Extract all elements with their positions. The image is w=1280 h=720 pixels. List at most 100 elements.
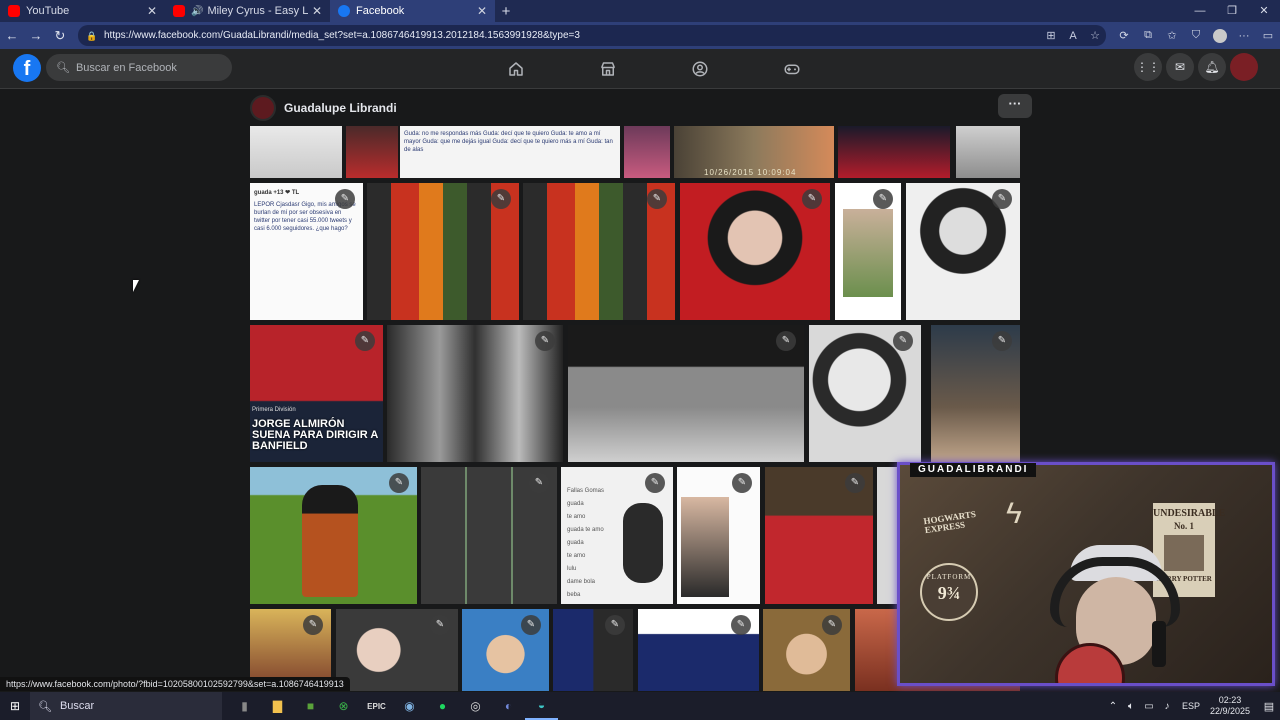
back-icon[interactable]: ← bbox=[0, 28, 24, 43]
refresh-icon[interactable]: ↻ bbox=[48, 28, 72, 44]
spotify-icon[interactable]: ● bbox=[426, 692, 459, 720]
photo-tile[interactable] bbox=[956, 126, 1020, 178]
photo-tile[interactable]: ✎ bbox=[336, 609, 458, 691]
address-bar[interactable]: 🔒 https://www.facebook.com/GuadaLibrandi… bbox=[78, 25, 1106, 46]
photo-tile[interactable]: Fallas Gomas guada te amo guada te amo g… bbox=[561, 467, 673, 604]
audio-playing-icon[interactable]: 🔊 bbox=[191, 6, 203, 17]
edit-photo-icon[interactable]: ✎ bbox=[893, 331, 913, 351]
profile-avatar[interactable] bbox=[250, 95, 276, 121]
photo-tile[interactable] bbox=[346, 126, 398, 178]
edit-photo-icon[interactable]: ✎ bbox=[731, 615, 751, 635]
photo-tile[interactable]: ✎ bbox=[638, 609, 759, 691]
edit-photo-icon[interactable]: ✎ bbox=[645, 473, 665, 493]
photo-tile[interactable]: ✎ bbox=[387, 325, 563, 462]
site-info-icon[interactable]: 🔒 bbox=[86, 31, 97, 41]
edit-photo-icon[interactable]: ✎ bbox=[389, 473, 409, 493]
sidebar-toggle-icon[interactable]: ▭ bbox=[1256, 29, 1280, 42]
nav-marketplace[interactable] bbox=[562, 49, 654, 89]
nav-groups[interactable] bbox=[654, 49, 746, 89]
photo-tile[interactable]: ✎ bbox=[835, 183, 901, 320]
facebook-search[interactable]: 🔍︎ bbox=[46, 54, 232, 81]
photo-tile[interactable] bbox=[250, 126, 342, 178]
messenger-icon[interactable]: ✉ bbox=[1166, 53, 1194, 81]
xbox-icon[interactable]: ⊗ bbox=[327, 692, 360, 720]
nav-home[interactable] bbox=[470, 49, 562, 89]
steam-icon[interactable]: ◉ bbox=[393, 692, 426, 720]
menu-grid-icon[interactable]: ⋮⋮ bbox=[1134, 53, 1162, 81]
favorites-icon[interactable]: ✩ bbox=[1160, 29, 1184, 42]
network-icon[interactable]: ▭ bbox=[1140, 701, 1158, 712]
restore-icon[interactable]: ❐ bbox=[1216, 0, 1248, 22]
notifications-icon[interactable]: 🔔︎ bbox=[1198, 53, 1226, 81]
browser-profile-avatar[interactable] bbox=[1213, 28, 1227, 43]
edit-photo-icon[interactable]: ✎ bbox=[605, 615, 625, 635]
edit-photo-icon[interactable]: ✎ bbox=[992, 189, 1012, 209]
edit-photo-icon[interactable]: ✎ bbox=[303, 615, 323, 635]
edit-photo-icon[interactable]: ✎ bbox=[732, 473, 752, 493]
photo-tile[interactable] bbox=[624, 126, 670, 178]
edit-photo-icon[interactable]: ✎ bbox=[822, 615, 842, 635]
edit-photo-icon[interactable]: ✎ bbox=[355, 331, 375, 351]
photo-tile[interactable]: Primera División JORGE ALMIRÓN SUENA PAR… bbox=[250, 325, 383, 462]
favorite-star-icon[interactable]: ☆ bbox=[1084, 29, 1106, 42]
photo-tile[interactable] bbox=[838, 126, 950, 178]
edit-photo-icon[interactable]: ✎ bbox=[521, 615, 541, 635]
edit-photo-icon[interactable]: ✎ bbox=[647, 189, 667, 209]
more-options-button[interactable]: ··· bbox=[998, 94, 1032, 118]
app-available-icon[interactable]: ⊞ bbox=[1040, 29, 1062, 42]
discord-icon[interactable]: ◐ bbox=[492, 692, 525, 720]
photo-tile[interactable]: ✎ bbox=[677, 467, 760, 604]
close-tab-icon[interactable]: ✕ bbox=[147, 4, 157, 18]
new-tab-button[interactable]: + bbox=[495, 3, 517, 20]
photo-tile[interactable]: ✎ bbox=[906, 183, 1020, 320]
photo-tile[interactable]: ✎ bbox=[763, 609, 850, 691]
system-clock[interactable]: 02:23 22/9/2025 bbox=[1210, 695, 1250, 717]
obs-icon[interactable]: ◎ bbox=[459, 692, 492, 720]
browser-essentials-icon[interactable]: ⛉ bbox=[1184, 29, 1208, 42]
epic-games-icon[interactable]: EPIC bbox=[360, 692, 393, 720]
windows-start-icon[interactable]: ⊞ bbox=[0, 699, 30, 713]
edit-photo-icon[interactable]: ✎ bbox=[335, 189, 355, 209]
task-view-icon[interactable]: ▮ bbox=[228, 692, 261, 720]
nav-gaming[interactable] bbox=[746, 49, 838, 89]
edit-photo-icon[interactable]: ✎ bbox=[992, 331, 1012, 351]
split-screen-icon[interactable]: ⧉ bbox=[1136, 29, 1160, 42]
close-window-icon[interactable]: ✕ bbox=[1248, 0, 1280, 22]
refresh-extension-icon[interactable]: ⟳ bbox=[1112, 29, 1136, 42]
photo-tile[interactable]: ✎ bbox=[367, 183, 519, 320]
edit-photo-icon[interactable]: ✎ bbox=[873, 189, 893, 209]
speaker-icon[interactable]: ♪ bbox=[1158, 701, 1176, 712]
edit-photo-icon[interactable]: ✎ bbox=[491, 189, 511, 209]
profile-name[interactable]: Guadalupe Librandi bbox=[284, 101, 397, 115]
account-avatar[interactable] bbox=[1230, 53, 1258, 81]
minimize-icon[interactable]: — bbox=[1184, 0, 1216, 22]
photo-tile[interactable]: ✎ bbox=[553, 609, 633, 691]
edge-browser-icon[interactable]: ◒ bbox=[525, 692, 558, 720]
edit-photo-icon[interactable]: ✎ bbox=[845, 473, 865, 493]
notification-center-icon[interactable]: ▤ bbox=[1258, 700, 1280, 713]
edit-photo-icon[interactable]: ✎ bbox=[529, 473, 549, 493]
photo-tile[interactable]: ✎ bbox=[809, 325, 921, 462]
tab-facebook[interactable]: Facebook ✕ bbox=[330, 0, 495, 22]
edit-photo-icon[interactable]: ✎ bbox=[802, 189, 822, 209]
language-indicator[interactable]: ESP bbox=[1182, 701, 1200, 711]
search-input[interactable] bbox=[75, 61, 226, 74]
read-aloud-icon[interactable]: A bbox=[1062, 30, 1084, 42]
photo-tile[interactable]: ✎ bbox=[523, 183, 675, 320]
close-tab-icon[interactable]: ✕ bbox=[477, 4, 487, 18]
photo-tile[interactable]: 10/26/2015 10:09:04 bbox=[674, 126, 834, 178]
edit-photo-icon[interactable]: ✎ bbox=[776, 331, 796, 351]
forward-icon[interactable]: → bbox=[24, 28, 48, 43]
minecraft-icon[interactable]: ■ bbox=[294, 692, 327, 720]
photo-tile[interactable]: ✎ bbox=[765, 467, 873, 604]
volume-icon[interactable]: 🔈︎ bbox=[1122, 701, 1140, 712]
photo-tile[interactable]: ✎ bbox=[568, 325, 804, 462]
facebook-logo-icon[interactable]: f bbox=[13, 54, 41, 82]
edit-photo-icon[interactable]: ✎ bbox=[430, 615, 450, 635]
tab-miley-cyrus[interactable]: 🔊 Miley Cyrus - Easy Lover (Off ✕ bbox=[165, 0, 330, 22]
photo-tile[interactable]: ✎ bbox=[931, 325, 1020, 462]
photo-tile[interactable]: ✎ bbox=[680, 183, 830, 320]
photo-tile[interactable]: ✎ bbox=[421, 467, 557, 604]
file-explorer-icon[interactable]: ▇ bbox=[261, 692, 294, 720]
taskbar-search[interactable]: 🔍︎ Buscar bbox=[30, 692, 222, 720]
